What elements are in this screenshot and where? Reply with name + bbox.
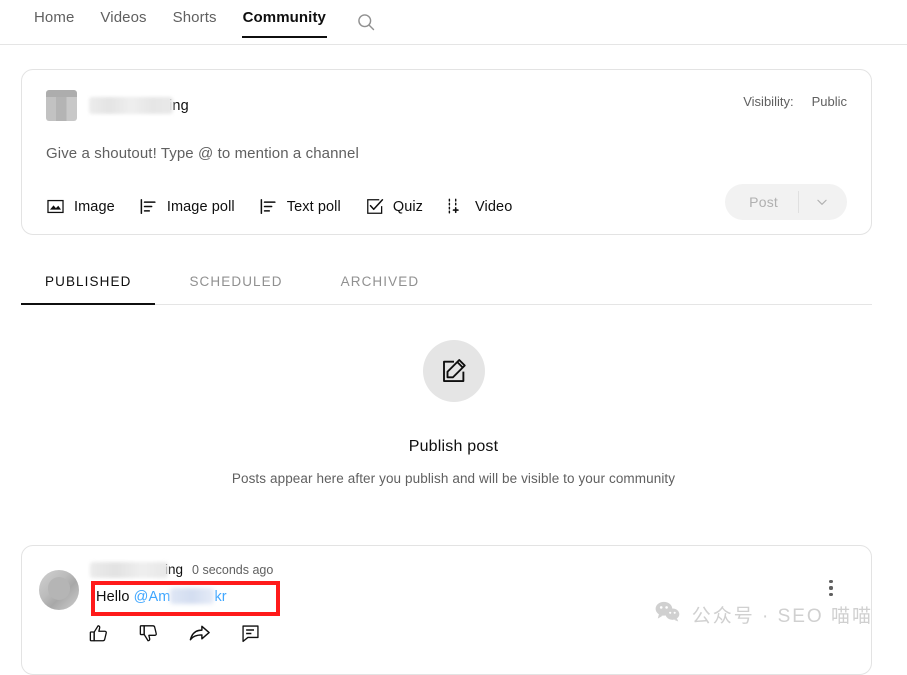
post-status-tabs: PUBLISHED SCHEDULED ARCHIVED [20,263,872,305]
tab-scheduled[interactable]: SCHEDULED [189,263,282,304]
pencil-square-icon [422,340,485,402]
image-poll-icon [139,197,158,216]
post-mention-redacted [170,588,215,604]
share-icon[interactable] [188,622,211,650]
post-action-bar [88,622,261,650]
nav-tab-videos[interactable]: Videos [87,0,159,38]
nav-tab-community[interactable]: Community [230,0,339,38]
tab-published[interactable]: PUBLISHED [20,263,156,305]
channel-nav-bar: Home Videos Shorts Community [0,0,907,45]
comment-icon[interactable] [240,623,261,649]
nav-tab-home[interactable]: Home [21,0,87,38]
composer-input[interactable]: Give a shoutout! Type @ to mention a cha… [22,121,871,162]
post-button-group[interactable]: Post [725,184,847,220]
visibility-label: Visibility: [743,94,794,109]
post-author-avatar [39,570,79,610]
attach-image-poll-button[interactable]: Image poll [139,197,235,216]
attach-quiz-button[interactable]: Quiz [365,197,423,216]
attach-text-poll-label: Text poll [286,198,341,215]
post-author-name-redacted [90,561,168,578]
dislike-icon[interactable] [138,623,159,649]
attach-video-button[interactable]: Video [447,197,512,216]
kebab-menu-icon[interactable] [819,576,843,600]
post-composer-card: ing Visibility: Public Give a shoutout! … [21,69,872,235]
image-icon [46,197,65,216]
wechat-icon [654,600,681,628]
attach-image-poll-label: Image poll [166,198,235,215]
visibility-control[interactable]: Visibility: Public [743,94,847,109]
chevron-down-icon[interactable] [799,195,847,209]
attach-video-label: Video [475,198,513,215]
post-mention-prefix[interactable]: @Am [134,589,171,605]
empty-state: Publish post Posts appear here after you… [0,340,907,486]
nav-tab-shorts[interactable]: Shorts [160,0,230,38]
visibility-value[interactable]: Public [812,94,847,109]
post-author-meta: ing 0 seconds ago [90,560,273,579]
watermark: 公众号 · SEO 喵喵 [654,600,873,628]
post-timestamp: 0 seconds ago [192,562,274,577]
empty-state-subtitle: Posts appear here after you publish and … [231,471,676,486]
attach-quiz-label: Quiz [392,198,424,215]
attach-image-button[interactable]: Image [46,197,115,216]
like-icon[interactable] [88,623,109,649]
post-button[interactable]: Post [725,194,798,210]
attach-text-poll-button[interactable]: Text poll [259,197,341,216]
post-text: Hello @Am kr [96,588,227,605]
channel-name-redacted [89,97,173,114]
video-icon [447,197,466,216]
attach-image-label: Image [74,198,115,215]
search-icon[interactable] [353,9,379,35]
tab-archived[interactable]: ARCHIVED [341,263,420,304]
channel-avatar [46,90,77,121]
watermark-text: 公众号 · SEO 喵喵 [691,605,873,627]
post-mention-suffix[interactable]: kr [214,589,226,605]
composer-header: ing Visibility: Public [22,70,871,121]
empty-state-title: Publish post [408,438,499,455]
quiz-icon [365,197,384,216]
text-poll-icon [259,197,278,216]
post-text-prefix: Hello [96,589,134,605]
composer-attachment-toolbar: Image Image poll Text poll Quiz Video [46,197,512,216]
